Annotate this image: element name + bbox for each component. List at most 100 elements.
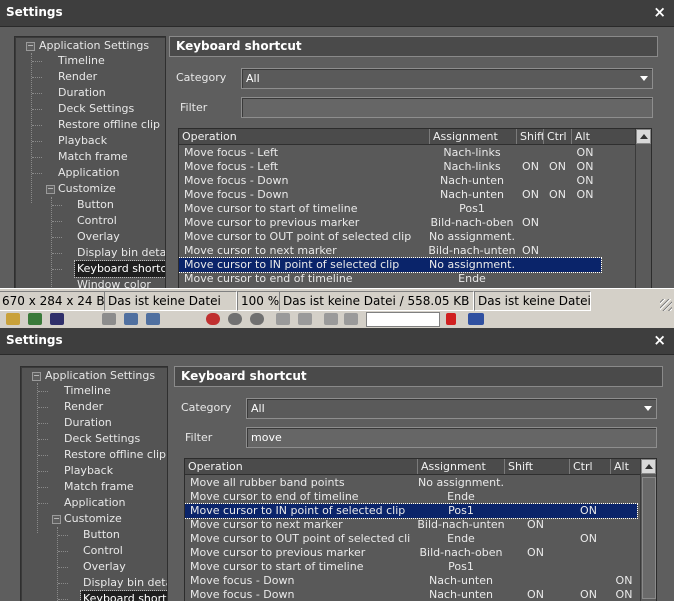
close-icon[interactable]: × — [653, 331, 666, 349]
tree-item-control[interactable]: Control — [83, 543, 123, 559]
column-header-operation[interactable]: Operation — [185, 459, 418, 474]
tree-item-duration[interactable]: Duration — [64, 415, 112, 431]
tree-item-keyboard-shortcut[interactable]: Keyboard shortcut — [74, 260, 165, 278]
shift-cell — [505, 532, 566, 546]
table-row[interactable]: Move focus - Down Nach-unten ON ON ON — [179, 188, 601, 202]
up-icon[interactable] — [324, 313, 338, 325]
tree-item-control[interactable]: Control — [77, 213, 117, 229]
tree-item-application-settings[interactable]: Application Settings — [45, 368, 155, 384]
scroll-up-icon[interactable] — [636, 129, 651, 144]
save-icon[interactable] — [50, 313, 64, 325]
table-row[interactable]: Move cursor to previous marker Bild-nach-… — [179, 216, 601, 230]
table-row[interactable]: Move focus - Left Nach-links ON — [179, 146, 601, 160]
scroll-up-icon[interactable] — [641, 459, 656, 474]
tree-item-playback[interactable]: Playback — [58, 133, 107, 149]
column-header-alt[interactable]: Alt — [572, 129, 636, 144]
assignment-cell: Nach-unten — [429, 588, 493, 601]
collapse-icon[interactable]: − — [46, 185, 55, 194]
thumbnails-icon[interactable] — [28, 313, 42, 325]
column-header-operation[interactable]: Operation — [179, 129, 430, 144]
tree-item-playback[interactable]: Playback — [64, 463, 113, 479]
filter-label: Filter — [180, 101, 208, 114]
table-row[interactable]: Move cursor to previous marker Bild-nach-… — [185, 546, 637, 560]
tree-item-timeline[interactable]: Timeline — [64, 383, 111, 399]
tree-item-application-settings[interactable]: Application Settings — [39, 38, 149, 54]
cut-icon[interactable] — [102, 313, 116, 325]
vertical-scrollbar[interactable] — [640, 459, 656, 601]
toolbar-input[interactable] — [366, 312, 440, 327]
shift-cell — [505, 504, 566, 518]
paste-icon[interactable] — [146, 313, 160, 325]
column-header-assignment[interactable]: Assignment — [430, 129, 517, 144]
tree-item-button[interactable]: Button — [77, 197, 114, 213]
next-icon[interactable] — [298, 313, 312, 325]
table-row[interactable]: Move cursor to OUT point of selected cli… — [185, 532, 637, 546]
table-row[interactable]: Move focus - Down Nach-unten ON ON ON — [185, 588, 637, 601]
tree-item-deck-settings[interactable]: Deck Settings — [58, 101, 134, 117]
down-icon[interactable] — [344, 313, 358, 325]
tree-item-window-color[interactable]: Window color — [77, 277, 151, 288]
operation-cell: Move focus - Left — [184, 146, 279, 159]
column-header-ctrl[interactable]: Ctrl — [544, 129, 572, 144]
column-header-shift[interactable]: Shift — [517, 129, 544, 144]
close-icon[interactable]: × — [653, 3, 666, 21]
table-row[interactable]: Move focus - Left Nach-links ON ON ON — [179, 160, 601, 174]
palette-icon[interactable] — [468, 313, 484, 325]
scrollbar-thumb[interactable] — [642, 477, 656, 599]
vertical-scrollbar[interactable] — [635, 129, 651, 288]
window-title: Settings — [6, 5, 63, 19]
tree-item-application[interactable]: Application — [64, 495, 125, 511]
category-select[interactable]: All — [241, 68, 653, 89]
table-row[interactable]: Move cursor to start of timeline Pos1 — [185, 560, 637, 574]
tree-item-restore-offline-clip[interactable]: Restore offline clip — [58, 117, 160, 133]
previous-icon[interactable] — [276, 313, 290, 325]
tree-item-customize[interactable]: Customize — [58, 181, 116, 197]
zoom-out-icon[interactable] — [250, 313, 264, 325]
filter-input[interactable]: move — [246, 427, 657, 448]
tree-item-match-frame[interactable]: Match frame — [64, 479, 134, 495]
table-row[interactable]: Move focus - Down Nach-unten ON — [185, 574, 637, 588]
assignment-cell: Ende — [447, 490, 475, 503]
tree-item-duration[interactable]: Duration — [58, 85, 106, 101]
tree-item-button[interactable]: Button — [83, 527, 120, 543]
column-header-alt[interactable]: Alt — [611, 459, 641, 474]
tree-item-keyboard-shortcut[interactable]: Keyboard shortcut — [80, 590, 167, 601]
column-header-ctrl[interactable]: Ctrl — [570, 459, 611, 474]
table-row[interactable]: Move cursor to end of timeline Ende — [179, 272, 601, 286]
table-row[interactable]: Move cursor to next marker Bild-nach-unte… — [179, 244, 601, 258]
collapse-icon[interactable]: − — [32, 372, 41, 381]
table-row[interactable]: Move cursor to IN point of selected clip… — [185, 503, 638, 519]
info-icon[interactable] — [206, 313, 220, 325]
tree-item-display-bin-details[interactable]: Display bin details — [83, 575, 167, 591]
tree-item-render[interactable]: Render — [64, 399, 103, 415]
open-icon[interactable] — [6, 313, 20, 325]
tree-item-match-frame[interactable]: Match frame — [58, 149, 128, 165]
resize-grip-icon[interactable] — [660, 299, 672, 311]
column-header-assignment[interactable]: Assignment — [418, 459, 505, 474]
table-row[interactable]: Move cursor to next marker Bild-nach-unte… — [185, 518, 637, 532]
tree-item-display-bin-details[interactable]: Display bin details — [77, 245, 165, 261]
table-row[interactable]: Move cursor to IN point of selected clip… — [179, 257, 602, 273]
tree-item-restore-offline-clip[interactable]: Restore offline clip — [64, 447, 166, 463]
tree-item-deck-settings[interactable]: Deck Settings — [64, 431, 140, 447]
table-row[interactable]: Move focus - Down Nach-unten ON — [179, 174, 601, 188]
tree-item-overlay[interactable]: Overlay — [83, 559, 126, 575]
filter-input[interactable] — [241, 97, 653, 118]
tree-item-timeline[interactable]: Timeline — [58, 53, 105, 69]
collapse-icon[interactable]: − — [52, 515, 61, 524]
flag-icon[interactable] — [446, 313, 456, 325]
alt-cell — [611, 560, 637, 574]
tree-item-render[interactable]: Render — [58, 69, 97, 85]
zoom-in-icon[interactable] — [228, 313, 242, 325]
collapse-icon[interactable]: − — [26, 42, 35, 51]
column-header-shift[interactable]: Shift — [505, 459, 570, 474]
table-row[interactable]: Move cursor to OUT point of selected cli… — [179, 230, 601, 244]
table-row[interactable]: Move cursor to start of timeline Pos1 — [179, 202, 601, 216]
table-row[interactable]: Move cursor to end of timeline Ende — [185, 490, 637, 504]
category-select[interactable]: All — [246, 398, 657, 419]
tree-item-overlay[interactable]: Overlay — [77, 229, 120, 245]
copy-icon[interactable] — [124, 313, 138, 325]
table-row[interactable]: Move all rubber band points No assignment… — [185, 476, 637, 490]
tree-item-customize[interactable]: Customize — [64, 511, 122, 527]
tree-item-application[interactable]: Application — [58, 165, 119, 181]
